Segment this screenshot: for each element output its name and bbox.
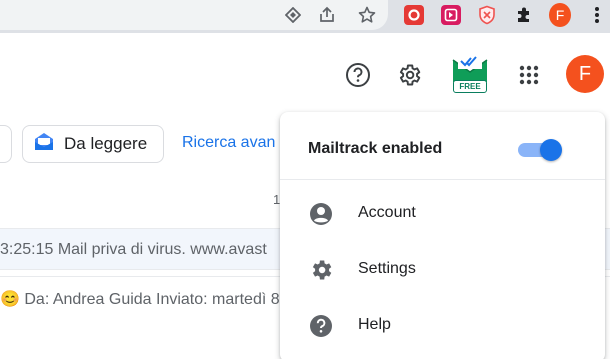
filter-chip-partial[interactable] (0, 125, 12, 163)
google-account-avatar[interactable]: F (566, 55, 604, 93)
mailtrack-toggle-row: Mailtrack enabled (280, 112, 605, 180)
opera-extension-icon[interactable] (403, 4, 425, 26)
mailtrack-enabled-label: Mailtrack enabled (308, 140, 443, 157)
mailtrack-toggle[interactable] (516, 139, 564, 161)
address-bar[interactable] (0, 0, 388, 30)
chrome-menu-icon[interactable] (586, 4, 608, 26)
help-icon (308, 313, 334, 339)
email-snippet: 3:25:15 Mail priva di virus. www.avast (0, 241, 267, 258)
bookmark-star-icon[interactable] (356, 4, 378, 26)
menu-item-label: Settings (358, 260, 416, 277)
chrome-profile-avatar[interactable]: F (549, 3, 571, 27)
advanced-search-link[interactable]: Ricerca avan (182, 134, 275, 152)
menu-item-help[interactable]: Help (280, 301, 605, 351)
browser-toolbar: F (0, 0, 610, 33)
screen: F FREE F Da leggere Ricerca avan 1 3:25:… (0, 0, 610, 359)
share-icon[interactable] (316, 4, 338, 26)
shield-extension-icon[interactable] (476, 4, 498, 26)
menu-item-label: Account (358, 204, 416, 221)
support-help-icon[interactable] (341, 58, 375, 92)
toggle-knob (540, 139, 562, 161)
gear-icon (308, 257, 334, 283)
filter-chip-read-later[interactable]: Da leggere (22, 125, 164, 163)
settings-gear-icon[interactable] (392, 58, 426, 92)
mailtrack-free-badge: FREE (453, 80, 487, 93)
menu-item-label: Help (358, 316, 391, 333)
extensions-puzzle-icon[interactable] (513, 4, 535, 26)
menu-item-account[interactable]: Account (280, 189, 605, 239)
chip-label: Da leggere (64, 134, 148, 153)
media-extension-icon[interactable] (440, 4, 462, 26)
install-app-icon[interactable] (282, 4, 304, 26)
email-snippet: 😊 Da: Andrea Guida Inviato: martedì 8 (0, 291, 280, 308)
menu-item-settings[interactable]: Settings (280, 245, 605, 295)
mailbox-icon (33, 132, 55, 157)
google-apps-grid-icon[interactable] (512, 58, 546, 92)
mailtrack-menu: Mailtrack enabled Account Settings Help (280, 112, 605, 359)
account-circle-icon (308, 201, 334, 227)
